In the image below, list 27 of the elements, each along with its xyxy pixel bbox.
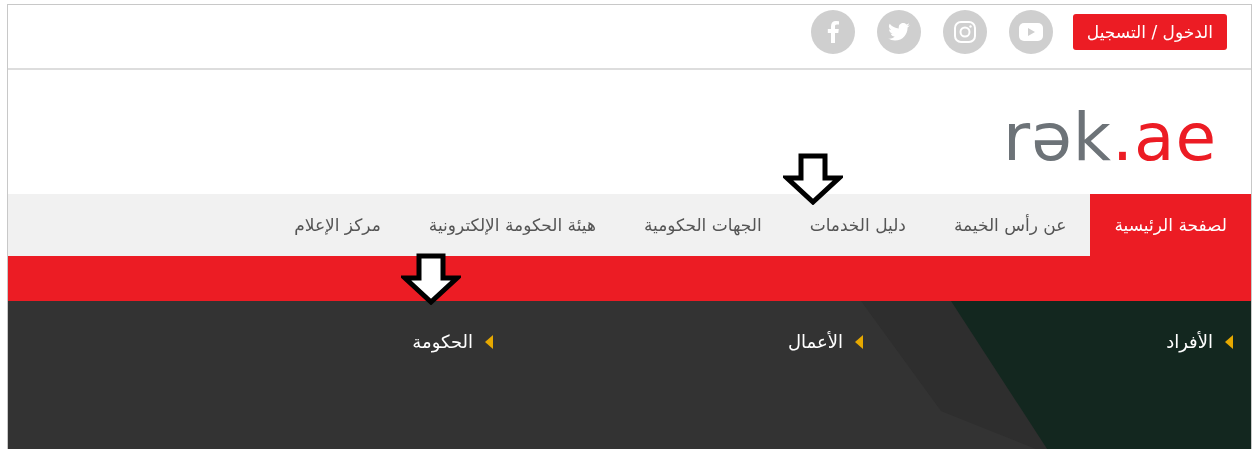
nav-tab[interactable]: لصفحة الرئيسية bbox=[1090, 194, 1251, 256]
caret-icon bbox=[855, 334, 863, 349]
category-label: الأفراد bbox=[1166, 331, 1213, 352]
nav-tab[interactable]: هيئة الحكومة الإلكترونية bbox=[404, 194, 620, 256]
category-link[interactable]: الأعمال bbox=[493, 331, 863, 352]
social-link[interactable] bbox=[876, 10, 921, 54]
category-label: الحكومة bbox=[412, 331, 473, 352]
social-link[interactable] bbox=[942, 10, 987, 54]
play-icon bbox=[1018, 23, 1043, 41]
social-link[interactable] bbox=[810, 10, 855, 54]
nav-tab[interactable]: الجهات الحكومية bbox=[619, 194, 786, 256]
nav-tab[interactable]: عن رأس الخيمة bbox=[929, 194, 1091, 256]
nav-tab[interactable]: دليل الخدمات bbox=[785, 194, 930, 256]
category-label: الأعمال bbox=[788, 331, 843, 352]
caret-icon bbox=[1225, 334, 1233, 349]
camera-icon bbox=[953, 21, 976, 43]
social-link[interactable] bbox=[1008, 10, 1053, 54]
caret-icon bbox=[485, 334, 493, 349]
nav-tab[interactable]: مركز الإعلام bbox=[270, 194, 405, 256]
down-arrow-icon bbox=[401, 253, 461, 305]
down-arrow-icon bbox=[783, 153, 843, 205]
logo[interactable]: rək.ae bbox=[1003, 98, 1217, 176]
category-link[interactable]: الحكومة bbox=[123, 331, 493, 352]
facebook-icon bbox=[826, 21, 839, 43]
login-button[interactable]: الدخول / التسجيل bbox=[1072, 14, 1227, 50]
bird-icon bbox=[887, 23, 910, 41]
category-link[interactable]: الأفراد bbox=[863, 331, 1233, 352]
